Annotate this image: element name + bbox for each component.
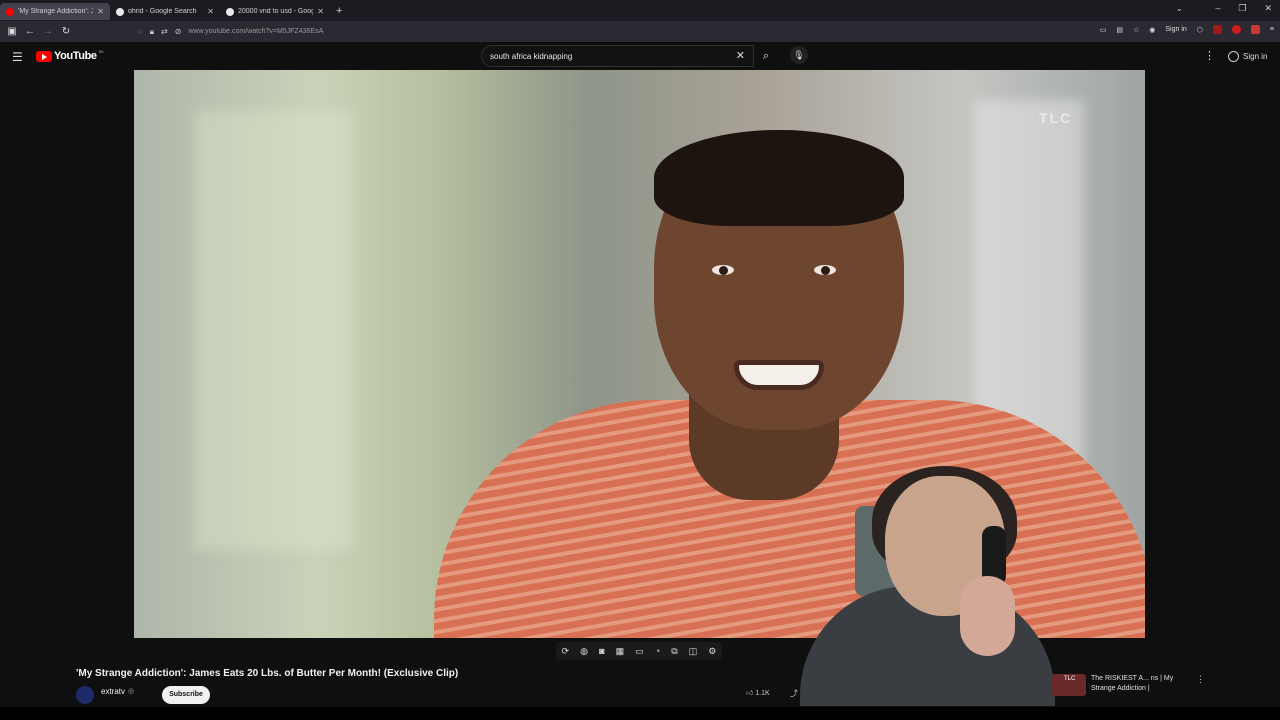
minimize-icon[interactable]: – [1215,3,1220,14]
bottom-letterbox [0,707,1280,720]
permissions-icon[interactable]: ⇄ [161,27,168,36]
search-button[interactable]: ⌕ [754,45,778,67]
audio-icon[interactable]: ◍ [580,646,588,657]
account-circle-icon [1228,50,1239,62]
channel-avatar[interactable] [76,686,94,704]
new-tab-button[interactable]: + [336,5,342,17]
back-icon[interactable]: ← [21,26,39,37]
forward-icon[interactable]: → [39,26,57,37]
video-person-hair [654,130,904,226]
bookmark-star-icon[interactable]: ☆ [1133,26,1139,34]
video-person-mouth [734,360,824,390]
browser-sign-in[interactable]: Sign in [1165,26,1186,33]
mute-icon[interactable]: ⊘ [175,27,182,36]
tab-title: 20000 vnd to usd - Google Sear [238,8,314,15]
list-all-tabs-icon[interactable]: ⌄ [1176,4,1183,13]
google-favicon-icon [116,7,124,16]
extension-icon[interactable] [1250,25,1260,34]
close-tab-icon[interactable]: ✕ [317,7,324,16]
channel-watermark: TLC [1039,110,1073,126]
subscribe-button[interactable]: Subscribe [162,686,210,704]
microphone-icon: 🎙︎ [793,49,805,60]
toolbar-right: ▭ ▤ ☆ ◉ Sign in ⬡ ≡ [1100,25,1274,34]
search-query: south africa kidnapping [490,51,573,61]
sign-in-label: Sign in [1243,51,1268,61]
settings-icon[interactable]: ⚙ [708,646,716,657]
address-bar[interactable]: ◌ 🔒︎ ⇄ ⊘ www.youtube.com/watch?v=M5JFZ43… [134,24,1084,39]
settings-menu-icon[interactable]: ⋮ [1204,49,1215,62]
youtube-play-icon [36,50,52,62]
extension-icon[interactable] [1212,25,1222,34]
calendar-icon[interactable]: ▦ [616,646,625,657]
recommended-thumbnail[interactable]: TLC [1052,674,1086,696]
menu-icon[interactable]: ≡ [1270,26,1274,33]
view-icon[interactable]: ◙ [599,646,604,656]
background-blur [194,110,354,550]
loop-icon[interactable]: ⟳ [562,646,570,657]
tab-google-ohrid[interactable]: ohrid - Google Search ✕ [110,3,220,20]
restore-icon[interactable]: ❐ [1238,3,1246,14]
video-person-eye [712,265,734,275]
like-count: 1.1K [755,690,770,697]
sign-in-button[interactable]: Sign in [1222,46,1273,66]
tab-title: 'My Strange Addiction': Jam [18,8,94,15]
clear-search-icon[interactable]: ✕ [736,49,745,62]
popup-icon[interactable]: ⧉ [671,646,677,657]
extension-icon[interactable] [1231,25,1241,34]
close-tab-icon[interactable]: ✕ [97,7,104,16]
verified-icon: ◎ [128,688,135,695]
like-button[interactable]: 👍︎ 1.1K [746,688,770,697]
reload-icon[interactable]: ↻ [57,26,75,37]
sidebar-toggle-icon[interactable]: ▣ [3,26,21,37]
search-icon: ⌕ [762,49,770,62]
account-icon[interactable]: ◉ [1149,26,1155,34]
extensions-icon[interactable]: ⬡ [1197,26,1203,34]
tab-title: ohrid - Google Search [128,8,197,15]
thumb-watermark: TLC [1064,676,1076,682]
thumbs-up-icon: 👍︎ [746,690,754,697]
youtube-favicon-icon [6,7,14,16]
country-code: SK [98,48,104,54]
youtube-logo[interactable]: YouTube SK [36,48,104,62]
screenshot-icon[interactable]: ◫ [689,646,698,657]
url-text: www.youtube.com/watch?v=M5JFZ436EsA [188,28,324,35]
video-person-eye [814,265,836,275]
share-button[interactable]: ⤴ [790,688,798,699]
close-window-icon[interactable]: ✕ [1264,3,1272,14]
more-options-icon[interactable]: ⋮ [1196,674,1205,685]
guide-menu-icon[interactable]: ☰ [12,50,23,64]
voice-search-button[interactable]: 🎙︎ [790,46,808,64]
player-extension-toolbar: ⟳ ◍ ◙ ▦ ▭ ◔ ⧉ ◫ ⚙ [556,642,722,660]
recommended-title[interactable]: The RISKIEST A... ns | My Strange Addict… [1091,674,1191,694]
youtube-wordmark: YouTube [54,50,97,62]
video-title: 'My Strange Addiction': James Eats 20 Lb… [76,668,459,679]
close-tab-icon[interactable]: ✕ [207,7,214,16]
window-controls: – ❐ ✕ [1215,3,1272,14]
theater-icon[interactable]: ▭ [635,646,644,657]
browser-nav-bar: ▣ ← → ↻ ◌ 🔒︎ ⇄ ⊘ www.youtube.com/watch?v… [0,21,1280,42]
google-favicon-icon [226,7,234,16]
search-input[interactable]: south africa kidnapping ✕ [481,45,754,67]
lock-icon[interactable]: 🔒︎ [150,27,154,37]
webcam-person-hand [960,576,1015,656]
speed-icon[interactable]: ◔ [655,646,660,656]
shield-icon[interactable]: ◌ [138,27,143,36]
pip-icon[interactable]: ▭ [1100,26,1107,34]
tab-youtube[interactable]: 'My Strange Addiction': Jam ✕ [0,3,110,20]
webcam-overlay [800,466,1055,706]
reader-view-icon[interactable]: ▤ [1116,26,1123,34]
tab-google-vnd[interactable]: 20000 vnd to usd - Google Sear ✕ [220,3,330,20]
channel-name[interactable]: extratv [101,687,125,696]
browser-tab-strip: 'My Strange Addiction': Jam ✕ ohrid - Go… [0,0,1280,21]
youtube-header: ☰ YouTube SK south africa kidnapping ✕ ⌕… [0,42,1280,70]
